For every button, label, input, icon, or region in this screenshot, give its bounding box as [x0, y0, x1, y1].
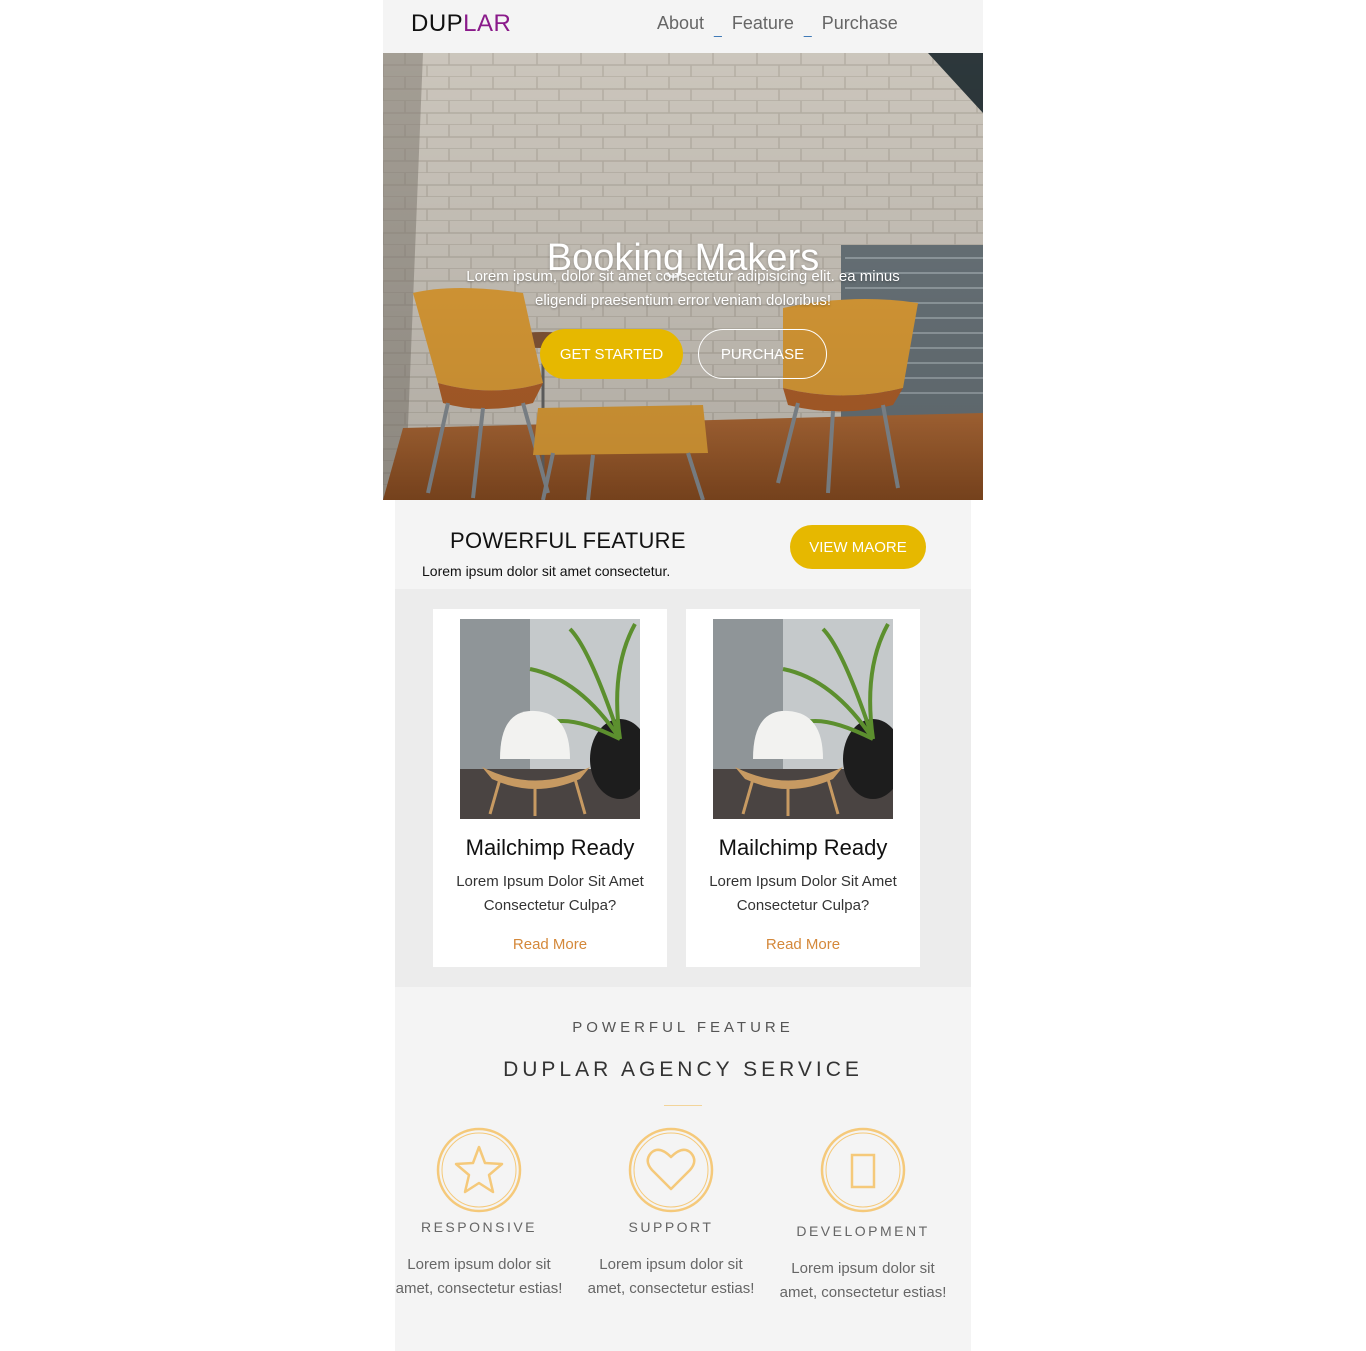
- read-more-link[interactable]: Read More: [686, 936, 920, 953]
- read-more-link[interactable]: Read More: [433, 936, 667, 953]
- services-section: POWERFUL FEATURE DUPLAR AGENCY SERVICE R…: [395, 987, 971, 1351]
- purchase-button[interactable]: PURCHASE: [698, 329, 827, 379]
- feature-heading: POWERFUL FEATURE: [450, 528, 686, 553]
- hero-description: Lorem ipsum, dolor sit amet consectetur …: [466, 268, 900, 309]
- main-nav: About _ Feature _ Purchase: [657, 13, 898, 37]
- service-text: Lorem ipsum dolor sit amet, consectetur …: [587, 1256, 755, 1297]
- feature-card: Mailchimp Ready Lorem Ipsum Dolor Sit Am…: [433, 609, 667, 967]
- heading-divider: [664, 1105, 702, 1106]
- view-more-button[interactable]: VIEW MAORE: [790, 525, 926, 569]
- hero-section: Booking Makers Lorem ipsum, dolor sit am…: [383, 53, 983, 500]
- service-item-support: SUPPORT Lorem ipsum dolor sit amet, cons…: [586, 1127, 756, 1301]
- service-text: Lorem ipsum dolor sit amet, consectetur …: [779, 1260, 947, 1301]
- card-text: Lorem Ipsum Dolor Sit Amet Consectetur C…: [709, 873, 897, 914]
- star-icon: [436, 1127, 522, 1213]
- service-item-development: DEVELOPMENT Lorem ipsum dolor sit amet, …: [778, 1127, 948, 1305]
- card-title: Mailchimp Ready: [465, 835, 635, 860]
- services-heading: DUPLAR AGENCY SERVICE: [503, 1058, 863, 1081]
- nav-link-about[interactable]: About: [657, 13, 704, 34]
- nav-link-feature[interactable]: Feature: [732, 13, 794, 34]
- nav-separator: _: [714, 21, 722, 37]
- service-label: DEVELOPMENT: [796, 1223, 930, 1239]
- tablet-icon: [820, 1127, 906, 1213]
- feature-card: Mailchimp Ready Lorem Ipsum Dolor Sit Am…: [686, 609, 920, 967]
- nav-separator: _: [803, 21, 812, 37]
- service-label: RESPONSIVE: [420, 1219, 538, 1235]
- logo-text-lar: LAR: [463, 10, 512, 37]
- top-nav-bar: DUPLAR About _ Feature _ Purchase: [383, 0, 983, 53]
- service-text: Lorem ipsum dolor sit amet, consectetur …: [395, 1256, 563, 1297]
- chair-plant-image: [713, 619, 893, 819]
- chair-plant-image: [460, 619, 640, 819]
- nav-link-purchase[interactable]: Purchase: [822, 13, 898, 34]
- service-item-responsive: RESPONSIVE Lorem ipsum dolor sit amet, c…: [394, 1127, 564, 1301]
- heart-icon: [628, 1127, 714, 1213]
- feature-subtext: Lorem ipsum dolor sit amet consectetur.: [422, 563, 671, 579]
- cards-section: Mailchimp Ready Lorem Ipsum Dolor Sit Am…: [395, 589, 971, 987]
- service-label: SUPPORT: [628, 1219, 714, 1235]
- logo-text-dup: DUP: [411, 10, 464, 37]
- get-started-button[interactable]: GET STARTED: [540, 329, 683, 379]
- card-title: Mailchimp Ready: [718, 835, 888, 860]
- logo[interactable]: DUPLAR: [411, 10, 511, 38]
- card-text: Lorem Ipsum Dolor Sit Amet Consectetur C…: [456, 873, 644, 914]
- services-kicker: POWERFUL FEATURE: [572, 1019, 794, 1036]
- feature-header: POWERFUL FEATURE Lorem ipsum dolor sit a…: [395, 500, 971, 589]
